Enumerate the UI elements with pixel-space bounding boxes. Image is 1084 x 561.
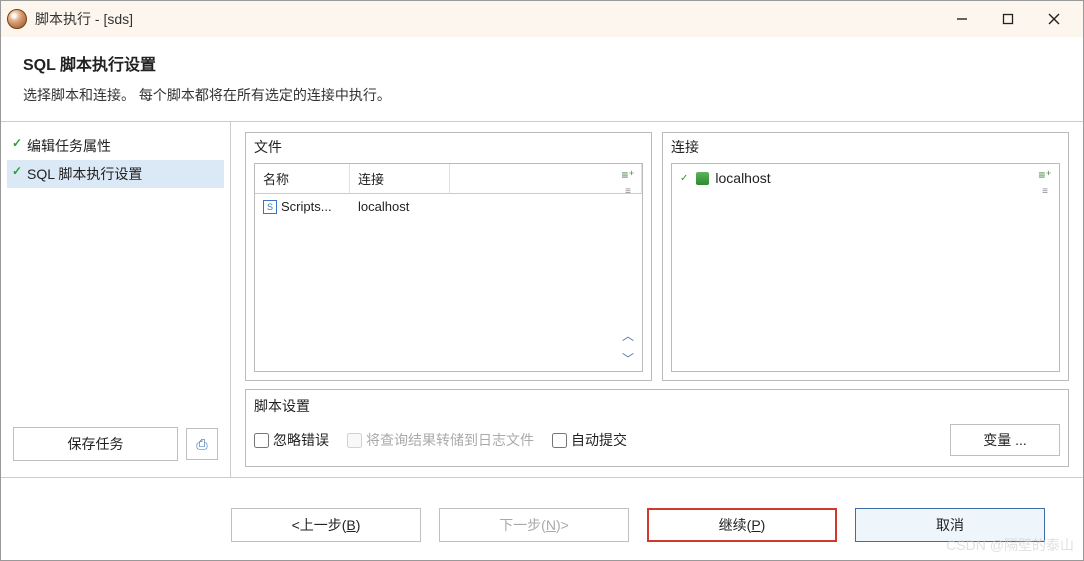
ignore-errors-checkbox[interactable]: 忽略错误	[254, 430, 329, 450]
file-connection-cell: localhost	[350, 194, 450, 219]
add-connection-icon[interactable]: ≡⁺	[1038, 168, 1051, 182]
variables-button[interactable]: 变量 ...	[950, 424, 1060, 456]
files-col-name[interactable]: 名称	[255, 164, 350, 194]
titlebar: 脚本执行 - [sds]	[1, 1, 1083, 37]
move-up-icon[interactable]: ︿	[622, 327, 634, 344]
maximize-button[interactable]	[985, 3, 1031, 35]
files-table: 名称 连接 S Scripts... localhost	[254, 163, 643, 372]
save-task-button[interactable]: 保存任务	[13, 427, 178, 461]
dump-results-checkbox[interactable]: 将查询结果转储到日志文件	[347, 430, 534, 450]
header: SQL 脚本执行设置 选择脚本和连接。 每个脚本都将在所有选定的连接中执行。	[1, 37, 1083, 122]
list-options-icon[interactable]: ≡	[625, 188, 631, 196]
database-icon	[696, 172, 709, 185]
app-icon	[7, 9, 27, 29]
files-col-connection[interactable]: 连接	[350, 164, 450, 194]
top-row: 文件 名称 连接 S Scripts...	[245, 132, 1069, 381]
files-group: 文件 名称 连接 S Scripts...	[245, 132, 652, 381]
connections-side-actions: ≡⁺ ≡	[1035, 168, 1055, 367]
dump-results-input	[347, 433, 362, 448]
continue-button[interactable]: 继续(P)	[647, 508, 837, 542]
conn-list-options-icon[interactable]: ≡	[1042, 188, 1048, 196]
sidebar-footer: 保存任务 ⎙	[7, 421, 224, 467]
script-settings-title: 脚本设置	[254, 394, 1060, 424]
sidebar-item-edit-task[interactable]: 编辑任务属性	[7, 132, 224, 160]
back-button[interactable]: <上一步(B)	[231, 508, 421, 542]
connections-group: 连接 ✓ localhost ≡⁺ ≡	[662, 132, 1069, 381]
page-subtitle: 选择脚本和连接。 每个脚本都将在所有选定的连接中执行。	[23, 85, 1061, 105]
dialog-window: 脚本执行 - [sds] SQL 脚本执行设置 选择脚本和连接。 每个脚本都将在…	[0, 0, 1084, 561]
connections-group-title: 连接	[663, 133, 1068, 163]
cancel-button[interactable]: 取消	[855, 508, 1045, 542]
files-group-title: 文件	[246, 133, 651, 163]
sidebar-item-sql-settings[interactable]: SQL 脚本执行设置	[7, 160, 224, 188]
files-side-actions: ≡⁺ ≡ ︿ ﹀	[618, 168, 638, 367]
sql-file-icon: S	[263, 200, 277, 214]
move-down-icon[interactable]: ﹀	[622, 350, 634, 367]
check-icon: ✓	[680, 173, 688, 184]
auto-commit-checkbox[interactable]: 自动提交	[552, 430, 627, 450]
files-table-body: S Scripts... localhost	[255, 194, 642, 371]
table-row[interactable]: S Scripts... localhost	[255, 194, 642, 219]
connections-list: ✓ localhost ≡⁺ ≡	[671, 163, 1060, 372]
content-area: 编辑任务属性 SQL 脚本执行设置 保存任务 ⎙ 文件 名称 连接	[1, 122, 1083, 477]
add-file-icon[interactable]: ≡⁺	[621, 168, 634, 182]
footer: <上一步(B) 下一步(N)> 继续(P) 取消	[1, 477, 1083, 560]
window-title: 脚本执行 - [sds]	[35, 9, 939, 29]
list-item[interactable]: ✓ localhost	[680, 170, 1035, 186]
script-settings-group: 脚本设置 忽略错误 将查询结果转储到日志文件 自动提交 变量 ...	[245, 389, 1069, 467]
files-col-spacer	[450, 164, 642, 194]
sidebar: 编辑任务属性 SQL 脚本执行设置 保存任务 ⎙	[1, 122, 231, 477]
page-title: SQL 脚本执行设置	[23, 51, 1061, 75]
main-panel: 文件 名称 连接 S Scripts...	[231, 122, 1083, 477]
auto-commit-input[interactable]	[552, 433, 567, 448]
ignore-errors-input[interactable]	[254, 433, 269, 448]
save-task-extra-button[interactable]: ⎙	[186, 428, 218, 460]
files-table-header: 名称 连接	[255, 164, 642, 194]
file-name-cell: S Scripts...	[255, 194, 350, 219]
script-settings-row: 忽略错误 将查询结果转储到日志文件 自动提交 变量 ...	[254, 424, 1060, 456]
close-button[interactable]	[1031, 3, 1077, 35]
minimize-button[interactable]	[939, 3, 985, 35]
next-button[interactable]: 下一步(N)>	[439, 508, 629, 542]
